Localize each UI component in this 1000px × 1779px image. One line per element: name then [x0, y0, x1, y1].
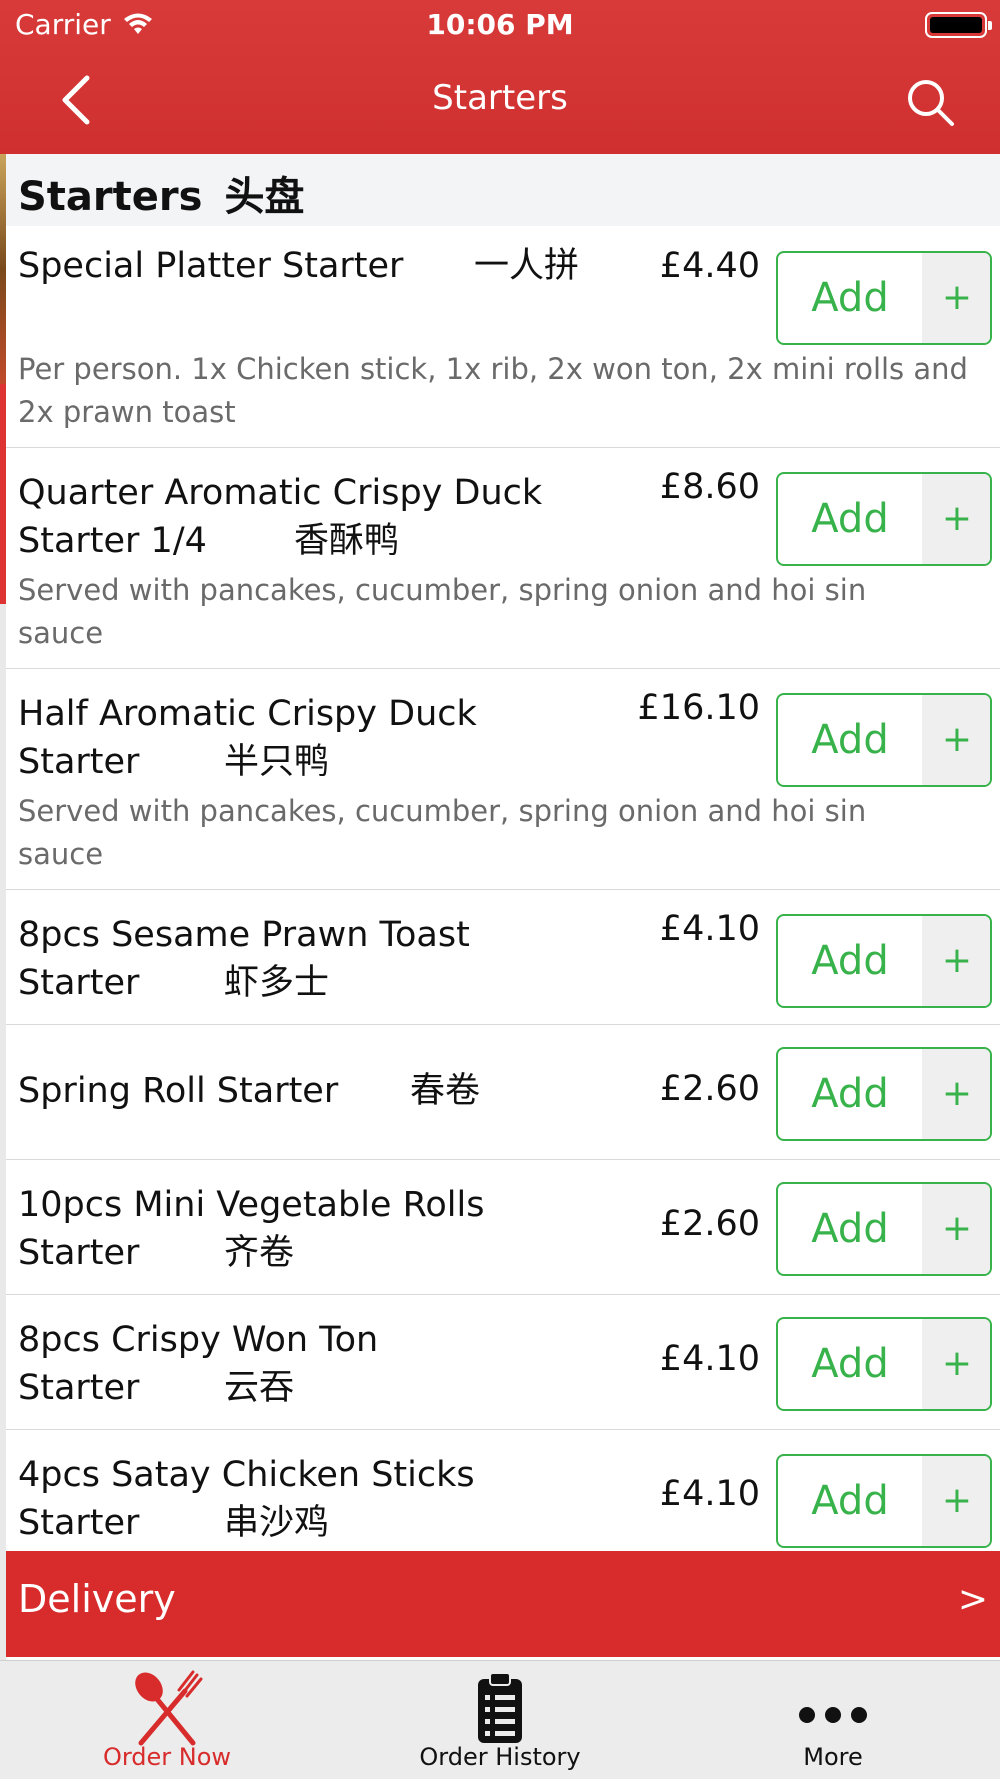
add-button[interactable]: Add + [776, 1047, 992, 1141]
tab-order-now[interactable]: Order Now [42, 1661, 292, 1779]
section-title: Starters 头盘 [18, 164, 304, 222]
plus-icon: + [922, 1319, 990, 1409]
item-description: Served with pancakes, cucumber, spring o… [18, 573, 867, 650]
item-name: 10pcs Mini Vegetable Rolls Starter 齐卷 [18, 1181, 638, 1277]
item-name-line2: Starter 1/4 [18, 521, 207, 561]
item-name-cn: 香酥鸭 [294, 521, 400, 561]
delivery-label: Delivery [18, 1577, 176, 1621]
item-name-line1: 4pcs Satay Chicken Sticks [18, 1455, 475, 1495]
item-price: £4.40 [659, 246, 760, 286]
item-name-line2: Starter [18, 963, 140, 1003]
menu-item: 4pcs Satay Chicken Sticks Starter 串沙鸡 £4.… [6, 1429, 1000, 1552]
item-price: £16.10 [637, 688, 760, 728]
item-name-cn: 一人拼 [474, 246, 580, 286]
item-name-cn: 串沙鸡 [224, 1503, 330, 1543]
menu-item: 10pcs Mini Vegetable Rolls Starter 齐卷 £2.… [6, 1159, 1000, 1295]
delivery-bar[interactable]: Delivery > [6, 1551, 1000, 1657]
item-price: £4.10 [659, 909, 760, 949]
item-name: Quarter Aromatic Crispy Duck Starter 1/4… [18, 469, 638, 565]
item-name-line1: 8pcs Sesame Prawn Toast [18, 915, 470, 955]
plus-icon: + [922, 474, 990, 564]
item-name: 8pcs Sesame Prawn Toast Starter 虾多士 [18, 911, 638, 1007]
add-button[interactable]: Add + [776, 1454, 992, 1548]
item-price: £4.10 [659, 1339, 760, 1379]
add-button-label: Add [811, 1071, 889, 1117]
page-title: Starters [432, 78, 568, 118]
tab-label: More [803, 1743, 863, 1771]
item-name-cn: 半只鸭 [224, 742, 330, 782]
tab-more[interactable]: More [708, 1661, 958, 1779]
add-button[interactable]: Add + [776, 693, 992, 787]
item-name-en: Special Platter Starter [18, 246, 404, 286]
tab-bar: Order Now Order History More [0, 1660, 1000, 1779]
add-button[interactable]: Add + [776, 914, 992, 1008]
section-title-cn: 头盘 [224, 174, 305, 220]
plus-icon: + [922, 1184, 990, 1274]
add-button-label: Add [811, 496, 889, 542]
item-name-cn: 云吞 [224, 1368, 295, 1408]
add-button[interactable]: Add + [776, 1182, 992, 1276]
add-button-label: Add [811, 1341, 889, 1387]
item-name-cn: 虾多士 [224, 963, 330, 1003]
add-button[interactable]: Add + [776, 251, 992, 345]
section-header: Starters 头盘 [6, 154, 1000, 226]
item-name-line2: Starter [18, 1503, 140, 1543]
item-description: Served with pancakes, cucumber, spring o… [18, 794, 867, 871]
tab-order-history[interactable]: Order History [375, 1661, 625, 1779]
status-bar: Carrier 10:06 PM [0, 0, 1000, 50]
menu-list: Special Platter Starter 一人拼 £4.40 Add + … [6, 226, 1000, 1552]
item-name-line1: 8pcs Crispy Won Ton [18, 1320, 379, 1360]
section-title-en: Starters [18, 174, 203, 220]
item-name: Spring Roll Starter 春卷 [18, 1067, 638, 1115]
tab-label: Order History [419, 1743, 581, 1771]
item-name-line2: Starter [18, 742, 140, 782]
plus-icon: + [922, 916, 990, 1006]
add-button-label: Add [811, 938, 889, 984]
tab-label: Order Now [102, 1743, 232, 1771]
menu-item: Special Platter Starter 一人拼 £4.40 Add + … [6, 226, 1000, 448]
menu-item: Half Aromatic Crispy Duck Starter 半只鸭 £16… [6, 668, 1000, 890]
item-name: 4pcs Satay Chicken Sticks Starter 串沙鸡 [18, 1451, 638, 1547]
more-dots-icon [799, 1707, 867, 1723]
item-name-line1: Half Aromatic Crispy Duck [18, 694, 477, 734]
item-description: Per person. 1x Chicken stick, 1x rib, 2x… [18, 352, 968, 429]
header-bar: Carrier 10:06 PM Starters [0, 0, 1000, 154]
item-name: Special Platter Starter 一人拼 [18, 242, 638, 290]
item-name-cn: 春卷 [410, 1071, 481, 1111]
item-name-line2: Starter [18, 1233, 140, 1273]
add-button[interactable]: Add + [776, 1317, 992, 1411]
item-price: £2.60 [659, 1069, 760, 1109]
item-name-line2: Starter [18, 1368, 140, 1408]
add-button-label: Add [811, 717, 889, 763]
item-name: Half Aromatic Crispy Duck Starter 半只鸭 [18, 690, 638, 786]
item-name-line1: Quarter Aromatic Crispy Duck [18, 473, 543, 513]
plus-icon: + [922, 253, 990, 343]
clipboard-icon [478, 1672, 522, 1743]
item-price: £4.10 [659, 1474, 760, 1514]
item-name-en: Spring Roll Starter [18, 1071, 339, 1111]
add-button-label: Add [811, 275, 889, 321]
menu-item: 8pcs Sesame Prawn Toast Starter 虾多士 £4.10… [6, 889, 1000, 1025]
item-price: £2.60 [659, 1204, 760, 1244]
plus-icon: + [922, 1049, 990, 1139]
item-name: 8pcs Crispy Won Ton Starter 云吞 [18, 1316, 638, 1412]
item-name-cn: 齐卷 [224, 1233, 295, 1273]
add-button-label: Add [811, 1478, 889, 1524]
fork-knife-icon [135, 1670, 203, 1746]
battery-icon [925, 12, 992, 38]
menu-item: 8pcs Crispy Won Ton Starter 云吞 £4.10 Add … [6, 1294, 1000, 1430]
item-price: £8.60 [659, 467, 760, 507]
menu-item: Spring Roll Starter 春卷 £2.60 Add + [6, 1024, 1000, 1160]
chevron-right-icon: > [957, 1579, 988, 1620]
plus-icon: + [922, 695, 990, 785]
status-time: 10:06 PM [426, 8, 574, 41]
add-button-label: Add [811, 1206, 889, 1252]
menu-item: Quarter Aromatic Crispy Duck Starter 1/4… [6, 447, 1000, 669]
search-icon[interactable] [902, 74, 958, 130]
item-name-line1: 10pcs Mini Vegetable Rolls [18, 1185, 485, 1225]
add-button[interactable]: Add + [776, 472, 992, 566]
plus-icon: + [922, 1456, 990, 1546]
